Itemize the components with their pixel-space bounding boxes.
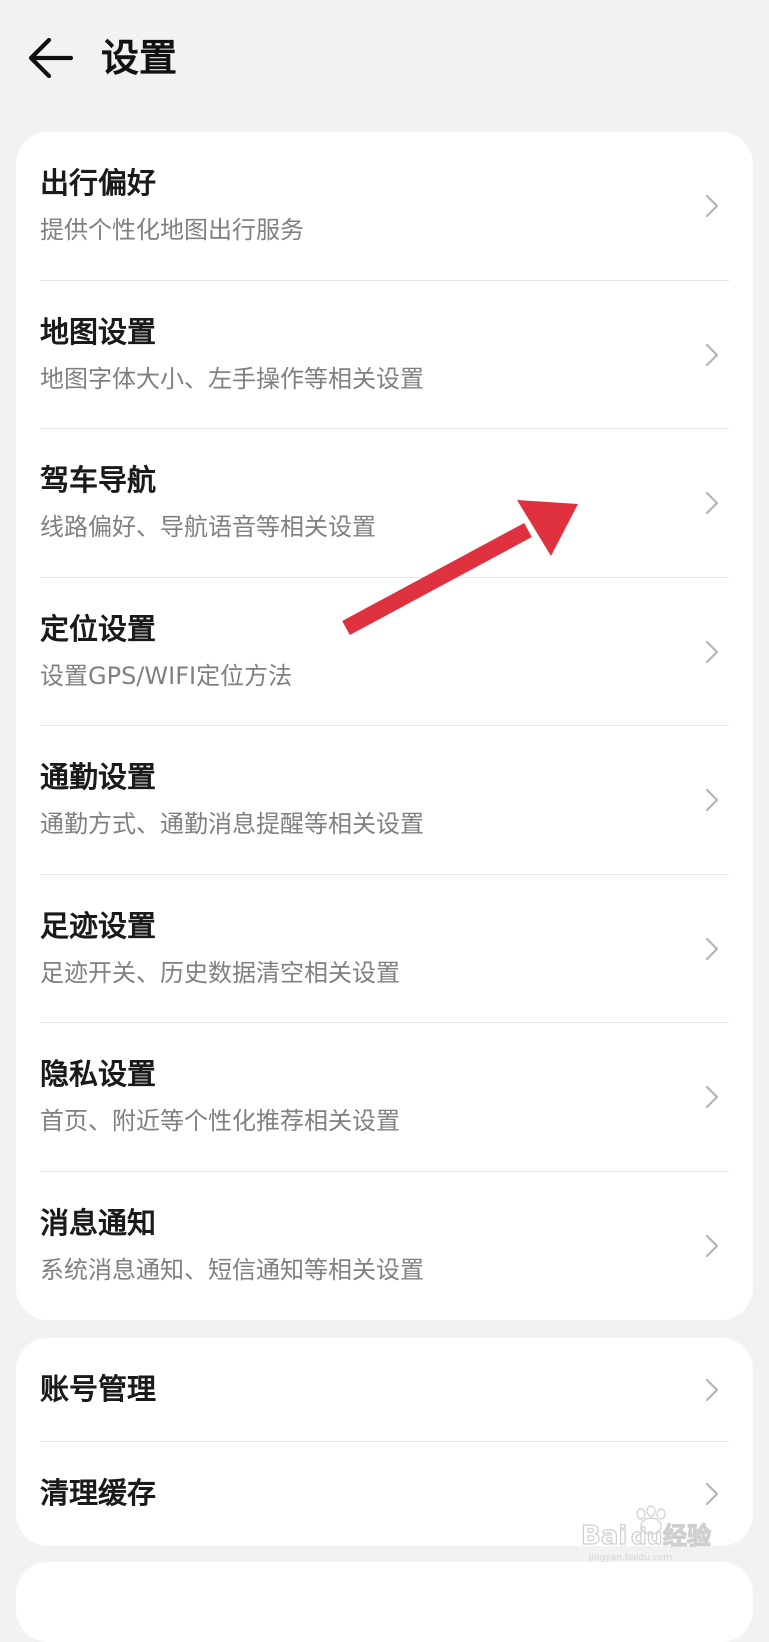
chevron-right-icon: [705, 194, 719, 218]
setting-item-location-settings[interactable]: 定位设置 设置GPS/WIFI定位方法: [40, 578, 729, 726]
setting-item-subtitle: 地图字体大小、左手操作等相关设置: [40, 364, 424, 393]
setting-item-title: 定位设置: [40, 611, 157, 646]
setting-item-title: 出行偏好: [40, 166, 157, 200]
chevron-right-icon: [705, 1085, 719, 1109]
setting-item-title: 驾车导航: [40, 463, 157, 497]
setting-item-travel-preference[interactable]: 出行偏好 提供个性化地图出行服务: [40, 132, 729, 281]
svg-text:du: du: [631, 1525, 662, 1550]
arrow-left-icon: [28, 38, 73, 78]
setting-item-driving-navigation[interactable]: 驾车导航 线路偏好、导航语音等相关设置: [40, 429, 729, 578]
chevron-right-icon: [705, 343, 719, 366]
setting-item-subtitle: 首页、附近等个性化推荐相关设置: [40, 1107, 400, 1135]
setting-item-subtitle: 提供个性化地图出行服务: [40, 216, 304, 244]
setting-item-title: 隐私设置: [40, 1057, 157, 1091]
back-button[interactable]: [22, 32, 78, 84]
chevron-right-icon: [705, 640, 719, 663]
setting-item-account-management[interactable]: 账号管理: [40, 1338, 729, 1442]
page-title: 设置: [101, 36, 178, 80]
setting-item-subtitle: 足迹开关、历史数据清空相关设置: [40, 958, 400, 987]
chevron-right-icon: [705, 1482, 719, 1506]
setting-item-subtitle: 通勤方式、通勤消息提醒等相关设置: [40, 810, 424, 838]
chevron-right-icon: [705, 1234, 719, 1257]
chevron-right-icon: [705, 788, 719, 812]
setting-item-subtitle: 线路偏好、导航语音等相关设置: [40, 513, 376, 541]
setting-item-commute-settings[interactable]: 通勤设置 通勤方式、通勤消息提醒等相关设置: [40, 726, 729, 875]
next-list-card: [16, 1562, 753, 1642]
setting-item-title: 账号管理: [40, 1372, 157, 1406]
setting-item-title: 通勤设置: [40, 760, 157, 794]
chevron-right-icon: [705, 937, 719, 960]
setting-item-title: 消息通知: [40, 1205, 157, 1240]
settings-list-card: 出行偏好 提供个性化地图出行服务 地图设置 地图字体大小、左手操作等相关设置 驾…: [16, 132, 753, 1320]
setting-item-subtitle: 系统消息通知、短信通知等相关设置: [40, 1255, 424, 1284]
top-bar: 设置: [0, 0, 769, 120]
baidu-jingyan-watermark: Bai du 经验 jingyan.baidu.com: [580, 1505, 712, 1563]
setting-item-subtitle: 设置GPS/WIFI定位方法: [40, 661, 293, 690]
setting-item-message-notifications[interactable]: 消息通知 系统消息通知、短信通知等相关设置: [40, 1172, 729, 1321]
setting-item-map-settings[interactable]: 地图设置 地图字体大小、左手操作等相关设置: [40, 281, 729, 429]
svg-text:经验: 经验: [663, 1522, 711, 1550]
setting-item-privacy-settings[interactable]: 隐私设置 首页、附近等个性化推荐相关设置: [40, 1023, 729, 1172]
svg-text:Bai: Bai: [581, 1521, 627, 1551]
chevron-right-icon: [705, 491, 719, 515]
setting-item-title: 足迹设置: [40, 908, 157, 943]
setting-item-title: 地图设置: [40, 314, 157, 349]
chevron-right-icon: [705, 1378, 719, 1402]
setting-item-title: 清理缓存: [40, 1476, 157, 1510]
svg-text:jingyan.baidu.com: jingyan.baidu.com: [588, 1553, 672, 1563]
setting-item-footprint-settings[interactable]: 足迹设置 足迹开关、历史数据清空相关设置: [40, 875, 729, 1023]
